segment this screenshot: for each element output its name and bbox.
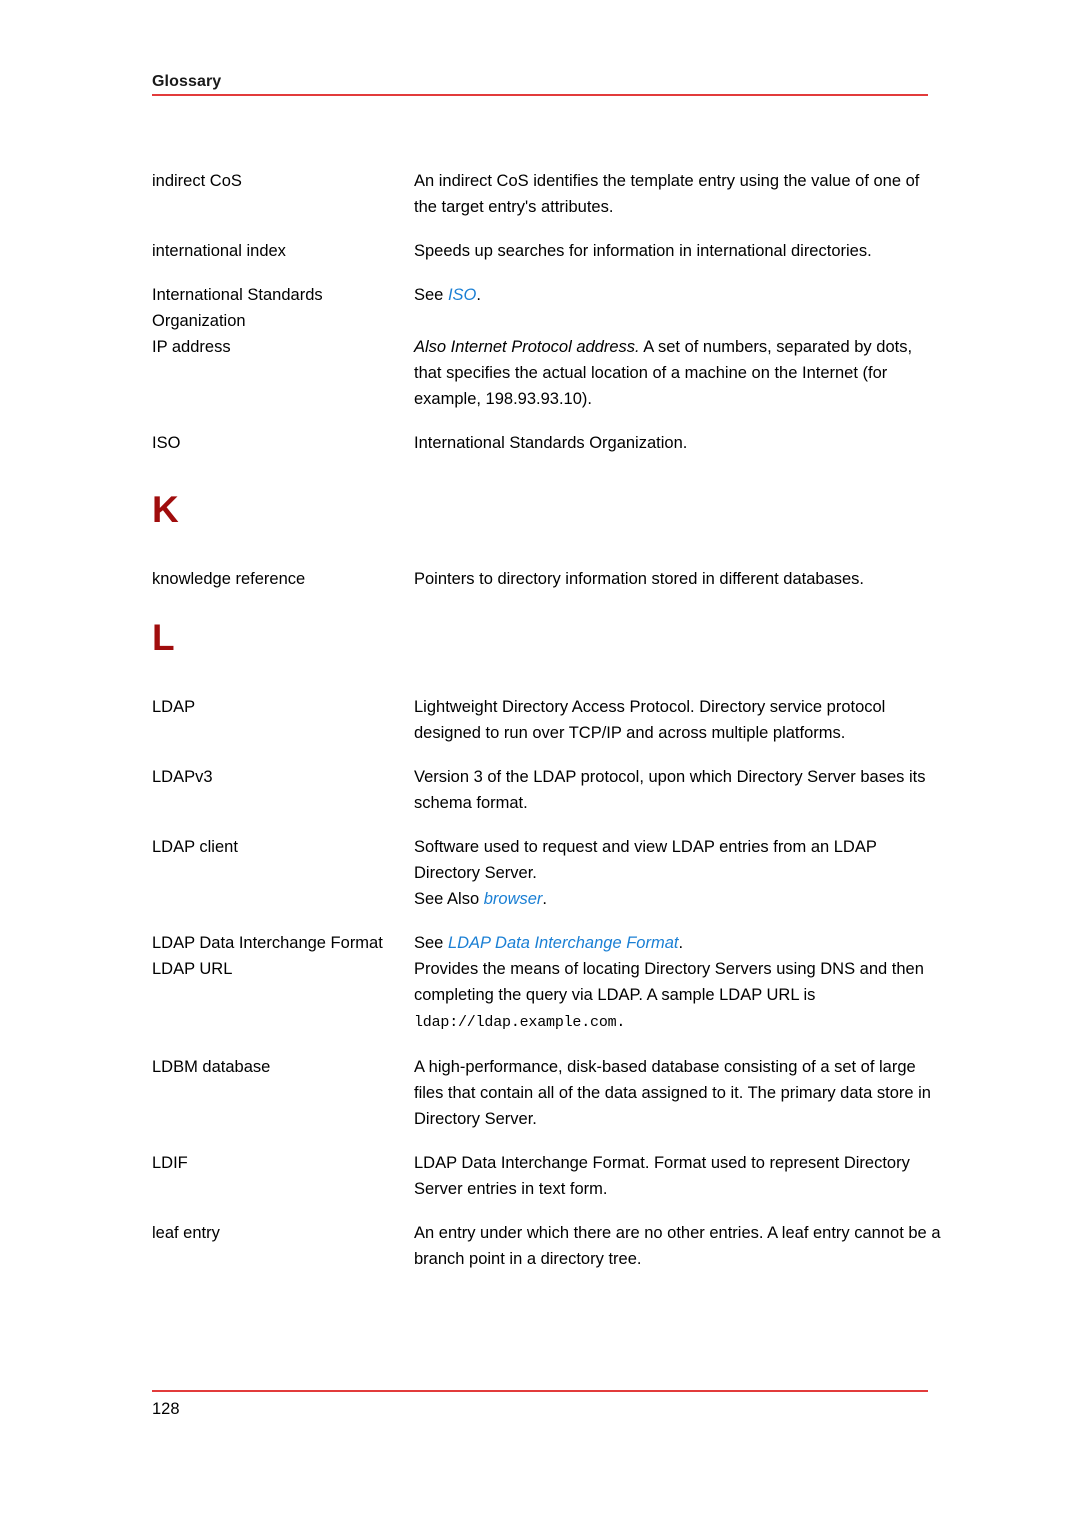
glossary-term: international index xyxy=(152,242,286,260)
definition-text: An indirect CoS identifies the template … xyxy=(414,172,920,216)
glossary-term: IP address xyxy=(152,338,231,356)
glossary-entry: LDAP Data Interchange Format See LDAP Da… xyxy=(152,930,942,956)
letter-heading: L xyxy=(152,617,175,658)
glossary-term: LDAP xyxy=(152,698,196,716)
glossary-content: indirect CoS An indirect CoS identifies … xyxy=(152,168,942,1290)
glossary-page: Glossary indirect CoS An indirect CoS id… xyxy=(0,0,1080,1528)
glossary-term: LDIF xyxy=(152,1154,188,1172)
glossary-entry: LDAP Lightweight Directory Access Protoc… xyxy=(152,694,942,746)
header-rule xyxy=(152,94,928,96)
definition-text: A high-performance, disk-based database … xyxy=(414,1058,931,1128)
see-label: See xyxy=(414,934,448,952)
glossary-term: LDBM database xyxy=(152,1058,271,1076)
glossary-entry: international index Speeds up searches f… xyxy=(152,238,942,264)
page-header-title: Glossary xyxy=(152,73,222,90)
definition-text: Software used to request and view LDAP e… xyxy=(414,838,877,882)
glossary-definition: See ISO. xyxy=(414,282,942,308)
glossary-term: knowledge reference xyxy=(152,570,306,588)
glossary-entry: LDAP client Software used to request and… xyxy=(152,834,942,912)
definition-text: International Standards Organization. xyxy=(414,434,688,452)
glossary-entry: IP address Also Internet Protocol addres… xyxy=(152,334,942,412)
cross-reference-link[interactable]: LDAP Data Interchange Format xyxy=(448,934,679,952)
definition-text: Speeds up searches for information in in… xyxy=(414,242,872,260)
glossary-definition: Also Internet Protocol address. A set of… xyxy=(414,334,942,412)
glossary-term: leaf entry xyxy=(152,1224,220,1242)
page-number: 128 xyxy=(152,1400,180,1418)
letter-heading: K xyxy=(152,489,179,530)
glossary-definition: See LDAP Data Interchange Format. xyxy=(414,930,942,956)
glossary-term: LDAP Data Interchange Format xyxy=(152,934,383,952)
glossary-definition: Version 3 of the LDAP protocol, upon whi… xyxy=(414,764,942,816)
glossary-term: LDAP URL xyxy=(152,960,233,978)
glossary-definition: Lightweight Directory Access Protocol. D… xyxy=(414,694,942,746)
glossary-entry: LDAP URL Provides the means of locating … xyxy=(152,956,942,1036)
glossary-entry: LDBM database A high-performance, disk-b… xyxy=(152,1054,942,1132)
glossary-definition: Pointers to directory information stored… xyxy=(414,566,942,592)
glossary-definition: International Standards Organization. xyxy=(414,430,942,456)
glossary-term: ISO xyxy=(152,434,181,452)
glossary-definition: LDAP Data Interchange Format. Format use… xyxy=(414,1150,942,1202)
glossary-term: LDAPv3 xyxy=(152,768,213,786)
definition-italic-lead: Also Internet Protocol address. xyxy=(414,338,640,356)
sample-ldap-url: ldap://ldap.example.com. xyxy=(414,1014,626,1031)
see-tail: . xyxy=(476,286,481,304)
definition-text: Version 3 of the LDAP protocol, upon whi… xyxy=(414,768,926,812)
see-also-label: See Also xyxy=(414,890,484,908)
cross-reference-link[interactable]: ISO xyxy=(448,286,476,304)
glossary-definition: Provides the means of locating Directory… xyxy=(414,956,942,1036)
see-also-tail: . xyxy=(542,890,547,908)
see-tail: . xyxy=(678,934,684,952)
definition-text: Provides the means of locating Directory… xyxy=(414,956,942,1036)
definition-lead: Provides the means of locating Directory… xyxy=(414,960,924,1004)
glossary-definition: An indirect CoS identifies the template … xyxy=(414,168,942,220)
page-footer: 128 xyxy=(152,1390,928,1420)
definition-text: See LDAP Data Interchange Format. xyxy=(414,930,942,956)
glossary-entry: knowledge reference Pointers to director… xyxy=(152,566,942,592)
glossary-term: LDAP client xyxy=(152,838,238,856)
glossary-entry: leaf entry An entry under which there ar… xyxy=(152,1220,942,1272)
see-also-line: See Also browser. xyxy=(414,886,942,912)
glossary-definition: An entry under which there are no other … xyxy=(414,1220,942,1272)
glossary-definition: A high-performance, disk-based database … xyxy=(414,1054,942,1132)
definition-text: An entry under which there are no other … xyxy=(414,1224,941,1268)
definition-text: Also Internet Protocol address. A set of… xyxy=(414,334,942,412)
cross-reference-link[interactable]: browser xyxy=(484,890,543,908)
letter-section-l: L xyxy=(152,618,942,658)
definition-text: LDAP Data Interchange Format. Format use… xyxy=(414,1154,910,1198)
glossary-term: indirect CoS xyxy=(152,172,242,190)
see-label: See xyxy=(414,286,448,304)
glossary-term: International Standards Organization xyxy=(152,286,323,330)
footer-rule xyxy=(152,1390,928,1392)
glossary-definition: Software used to request and view LDAP e… xyxy=(414,834,942,912)
glossary-entry: International Standards Organization See… xyxy=(152,282,942,334)
glossary-entry: ISO International Standards Organization… xyxy=(152,430,942,456)
glossary-entry: LDIF LDAP Data Interchange Format. Forma… xyxy=(152,1150,942,1202)
page-header: Glossary xyxy=(152,72,928,96)
glossary-entry: LDAPv3 Version 3 of the LDAP protocol, u… xyxy=(152,764,942,816)
definition-text: See ISO. xyxy=(414,282,942,308)
glossary-definition: Speeds up searches for information in in… xyxy=(414,238,942,264)
definition-text: Pointers to directory information stored… xyxy=(414,570,865,588)
letter-section-k: K xyxy=(152,490,942,530)
glossary-entry: indirect CoS An indirect CoS identifies … xyxy=(152,168,942,220)
definition-text: Lightweight Directory Access Protocol. D… xyxy=(414,698,886,742)
